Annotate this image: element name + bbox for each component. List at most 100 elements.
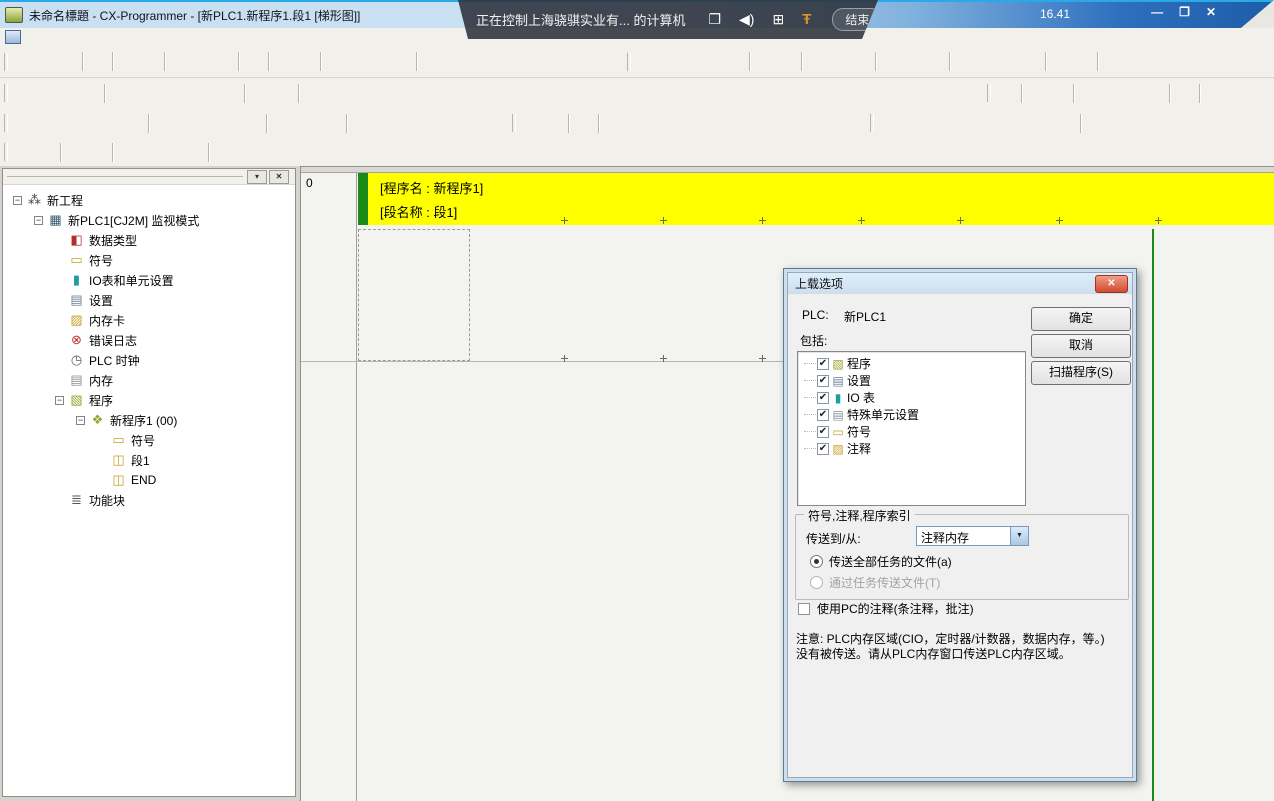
tree-item-data-types[interactable]: ◧ 数据类型 bbox=[3, 230, 295, 250]
online-edit-save-icon[interactable] bbox=[522, 113, 542, 134]
checkbox-checked-icon[interactable]: ✔ bbox=[817, 443, 829, 455]
monitor-run-mode-icon[interactable] bbox=[903, 51, 923, 72]
upload-z-icon[interactable] bbox=[1079, 83, 1099, 104]
network3-icon[interactable] bbox=[924, 113, 944, 134]
sim-step-icon[interactable] bbox=[716, 113, 738, 134]
sim-run-icon[interactable] bbox=[648, 113, 668, 134]
tree-expander-icon[interactable]: − bbox=[76, 416, 85, 425]
set-password-icon[interactable] bbox=[1103, 51, 1123, 72]
transfer-rung-icon[interactable] bbox=[997, 83, 1017, 104]
time-chart-icon[interactable] bbox=[1073, 51, 1093, 72]
dialog-close-button[interactable]: ✕ bbox=[1095, 275, 1128, 293]
t-branch4-icon[interactable] bbox=[1034, 113, 1054, 134]
cut-icon[interactable] bbox=[170, 51, 190, 72]
window-arrow-icon[interactable] bbox=[36, 113, 56, 134]
copy-icon[interactable] bbox=[192, 51, 212, 72]
tree-item-project[interactable]: − ⁂ 新工程 bbox=[3, 190, 295, 210]
menu-simulation[interactable] bbox=[123, 36, 139, 38]
print-preview-icon[interactable] bbox=[140, 51, 160, 72]
new-file-icon[interactable] bbox=[14, 51, 34, 72]
instruction-icon[interactable] bbox=[510, 83, 530, 104]
release-password-icon[interactable] bbox=[1125, 51, 1145, 72]
io-monitor-icon[interactable] bbox=[955, 51, 975, 72]
watch-list-icon[interactable] bbox=[1175, 83, 1195, 104]
multi-layer-icon[interactable] bbox=[1027, 83, 1047, 104]
tree-expander-icon[interactable]: − bbox=[13, 196, 22, 205]
combo-dropdown-icon[interactable]: ▼ bbox=[1010, 527, 1028, 545]
upload-item-symbols[interactable]: ✔ ▭ 符号 bbox=[798, 423, 1025, 440]
menu-program[interactable] bbox=[91, 36, 107, 38]
context-help-icon[interactable] bbox=[466, 51, 488, 72]
select-tool-icon[interactable] bbox=[304, 83, 324, 104]
window-gear-icon[interactable] bbox=[124, 113, 144, 134]
upload-item-settings[interactable]: ✔ ▤ 设置 bbox=[798, 372, 1025, 389]
coil-icon[interactable] bbox=[466, 83, 486, 104]
compile-check-icon[interactable] bbox=[88, 51, 108, 72]
use-pc-comment-checkbox[interactable]: 使用PC的注释(条注释，批注) bbox=[798, 600, 974, 617]
key-icon[interactable]: Ŧ bbox=[802, 11, 811, 28]
checkbox-checked-icon[interactable]: ✔ bbox=[817, 409, 829, 421]
window-pair-icon[interactable] bbox=[80, 113, 100, 134]
find-transfer-icon[interactable] bbox=[348, 51, 368, 72]
tree-item-program1[interactable]: − ❖ 新程序1 (00) bbox=[3, 410, 295, 430]
force-off-icon[interactable] bbox=[140, 142, 160, 163]
open-file-icon[interactable] bbox=[36, 51, 56, 72]
hex-icon[interactable] bbox=[320, 113, 342, 134]
comment-icon[interactable] bbox=[132, 83, 152, 104]
sma-icon[interactable] bbox=[250, 83, 270, 104]
monitor-mode-icon[interactable] bbox=[659, 51, 679, 72]
print-icon[interactable] bbox=[118, 51, 138, 72]
tree-item-memory[interactable]: ▤ 内存 bbox=[3, 370, 295, 390]
panel-menu-button[interactable]: ▾ bbox=[247, 170, 267, 184]
panel-close-button[interactable]: ✕ bbox=[269, 170, 289, 184]
radio-transfer-all[interactable]: 传送全部任务的文件(a) bbox=[810, 553, 952, 570]
t-branch2-icon[interactable] bbox=[990, 113, 1010, 134]
scan-program-button[interactable]: 扫描程序(S) bbox=[1031, 361, 1131, 385]
debug-mode-icon[interactable] bbox=[925, 51, 945, 72]
online-edit-cancel-icon[interactable] bbox=[544, 113, 564, 134]
sim-to-end-icon[interactable] bbox=[808, 113, 830, 134]
program-check-icon[interactable] bbox=[807, 51, 827, 72]
network2-icon[interactable] bbox=[902, 113, 922, 134]
coil-closed-icon[interactable] bbox=[488, 83, 508, 104]
outdent-icon[interactable] bbox=[14, 142, 34, 163]
upload-check-icon[interactable] bbox=[1123, 83, 1143, 104]
minimize-button[interactable]: — bbox=[1151, 5, 1163, 19]
view-z-icon[interactable] bbox=[1227, 83, 1247, 104]
menu-insert[interactable] bbox=[75, 36, 91, 38]
go-prev-icon[interactable] bbox=[352, 113, 372, 134]
function-icon[interactable] bbox=[554, 83, 574, 104]
go-reference-icon[interactable] bbox=[396, 113, 416, 134]
paste-icon[interactable] bbox=[214, 51, 234, 72]
binary-grid-icon[interactable] bbox=[242, 113, 262, 134]
view-gray-icon[interactable] bbox=[1205, 83, 1225, 104]
checkbox-checked-icon[interactable]: ✔ bbox=[817, 358, 829, 370]
tree-item-programs[interactable]: − ▧ 程序 bbox=[3, 390, 295, 410]
checkbox-checked-icon[interactable]: ✔ bbox=[817, 375, 829, 387]
delete-line-icon[interactable] bbox=[598, 83, 618, 104]
tree-item-section1[interactable]: ◫ 段1 bbox=[3, 450, 295, 470]
close-button[interactable]: ✕ bbox=[1206, 5, 1216, 19]
instruction-nc-icon[interactable] bbox=[532, 83, 552, 104]
t-branch5-icon[interactable] bbox=[1056, 113, 1076, 134]
menu-help[interactable] bbox=[171, 36, 187, 38]
t-branch1-icon[interactable] bbox=[968, 113, 988, 134]
vertical-line-icon[interactable] bbox=[422, 83, 442, 104]
hold-sim-icon[interactable] bbox=[626, 113, 646, 134]
menu-edit[interactable] bbox=[43, 36, 59, 38]
menu-view[interactable] bbox=[59, 36, 75, 38]
sim-pause-icon[interactable] bbox=[692, 113, 714, 134]
network4-icon[interactable] bbox=[946, 113, 966, 134]
tree-item-program1-symbols[interactable]: ▭ 符号 bbox=[3, 430, 295, 450]
watch-window-icon[interactable] bbox=[999, 51, 1019, 72]
sim-fast-forward-icon[interactable] bbox=[784, 113, 806, 134]
work-online-icon[interactable] bbox=[637, 51, 657, 72]
indent-icon[interactable] bbox=[36, 142, 56, 163]
monitor-tree-icon[interactable] bbox=[220, 83, 240, 104]
about-icon[interactable] bbox=[422, 51, 442, 72]
network1-icon[interactable] bbox=[880, 113, 900, 134]
rung-wrap-icon[interactable] bbox=[176, 83, 196, 104]
crosshair-icon[interactable]: ⊞ bbox=[772, 11, 784, 28]
ladder-cursor-cell[interactable] bbox=[358, 229, 470, 361]
window-split-icon[interactable] bbox=[58, 113, 78, 134]
